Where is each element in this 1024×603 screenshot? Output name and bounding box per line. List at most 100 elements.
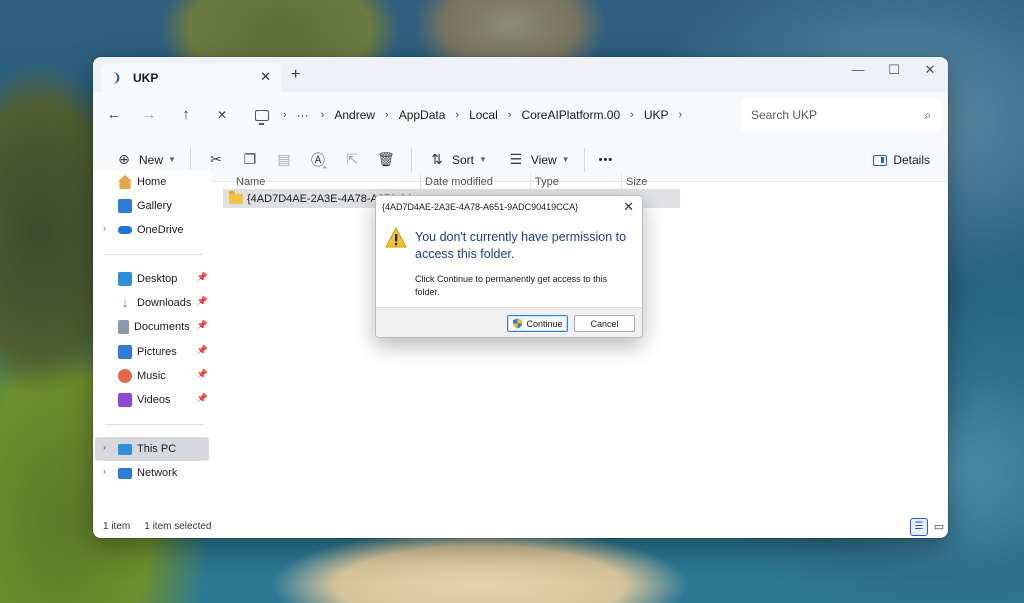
up-button[interactable]: ↑ bbox=[174, 103, 198, 127]
divider bbox=[105, 254, 203, 255]
pin-icon[interactable]: 📌 bbox=[197, 345, 208, 356]
clipboard-icon: ▤ bbox=[277, 151, 291, 167]
warning-icon bbox=[385, 227, 407, 248]
cloud-icon bbox=[118, 226, 132, 234]
sidebar-item-onedrive[interactable]: › OneDrive bbox=[93, 218, 211, 242]
view-lines-icon: ☰ bbox=[509, 151, 523, 167]
item-count: 1 item bbox=[103, 520, 131, 532]
sidebar-item-label: OneDrive bbox=[137, 224, 184, 236]
sidebar-item-network[interactable]: › Network bbox=[93, 461, 211, 485]
share-icon: ⇱ bbox=[346, 151, 358, 167]
sort-label: Sort bbox=[451, 152, 474, 167]
sidebar-item-home[interactable]: Home bbox=[93, 170, 211, 194]
download-icon: ↓ bbox=[121, 295, 129, 310]
tab-ukp[interactable]: ❩ UKP ✕ bbox=[101, 63, 281, 92]
maximize-button[interactable]: ☐ bbox=[879, 60, 909, 82]
music-icon bbox=[118, 369, 132, 383]
continue-button[interactable]: Continue bbox=[507, 315, 568, 332]
sidebar-item-desktop[interactable]: Desktop 📌 bbox=[93, 267, 211, 291]
home-icon bbox=[118, 175, 132, 189]
details-label: Details bbox=[893, 153, 930, 167]
sidebar-item-music[interactable]: Music 📌 bbox=[93, 364, 211, 388]
divider bbox=[105, 424, 203, 425]
pin-icon[interactable]: 📌 bbox=[197, 393, 208, 404]
selection-count: 1 item selected bbox=[144, 520, 212, 532]
dialog-title: {4AD7D4AE-2A3E-4A78-A651-9ADC90419CCA} bbox=[382, 202, 579, 212]
pin-icon[interactable]: 📌 bbox=[197, 320, 208, 331]
navigation-pane: Home Gallery › OneDrive Desktop 📌 ↓ Down… bbox=[93, 170, 211, 538]
address-bar: ← → ↑ ✕ › ··· › Andrew › AppData › Local… bbox=[93, 92, 948, 138]
sidebar-item-downloads[interactable]: ↓ Downloads 📌 bbox=[93, 291, 211, 315]
desktop-icon bbox=[118, 272, 132, 286]
breadcrumb-separator: › bbox=[678, 109, 683, 121]
view-label: View bbox=[530, 152, 557, 167]
continue-label: Continue bbox=[526, 318, 563, 329]
sidebar-item-label: Gallery bbox=[137, 200, 172, 212]
breadcrumb[interactable]: › ··· › Andrew › AppData › Local › CoreA… bbox=[246, 99, 732, 131]
sidebar-item-documents[interactable]: Documents 📌 bbox=[93, 315, 211, 339]
breadcrumb-appdata[interactable]: AppData bbox=[399, 108, 446, 122]
sidebar-item-this-pc[interactable]: › This PC bbox=[95, 437, 209, 461]
pin-icon[interactable]: 📌 bbox=[197, 369, 208, 380]
dialog-close-button[interactable]: ✕ bbox=[623, 199, 634, 215]
sidebar-item-pictures[interactable]: Pictures 📌 bbox=[93, 340, 211, 364]
new-tab-button[interactable]: + bbox=[291, 66, 300, 84]
trash-icon: 🗑 bbox=[377, 151, 395, 167]
sidebar-item-gallery[interactable]: Gallery bbox=[93, 194, 211, 218]
new-label: New bbox=[139, 152, 164, 167]
chevron-right-icon[interactable]: › bbox=[103, 442, 106, 452]
tab-title: UKP bbox=[133, 70, 159, 85]
more-icon: ••• bbox=[598, 153, 614, 166]
breadcrumb-separator: › bbox=[507, 109, 512, 121]
sidebar-item-label: Videos bbox=[137, 394, 171, 406]
breadcrumb-local[interactable]: Local bbox=[469, 108, 498, 122]
title-bar: ❩ UKP ✕ + — ☐ ✕ bbox=[93, 57, 948, 92]
close-tab-icon[interactable]: ✕ bbox=[260, 69, 271, 85]
cancel-button[interactable]: Cancel bbox=[574, 315, 635, 332]
document-icon bbox=[118, 320, 129, 334]
back-button[interactable]: ← bbox=[102, 103, 126, 127]
sort-icon: ⇅ bbox=[431, 151, 443, 167]
status-bar: 1 item 1 item selected ☰ ▭ bbox=[93, 514, 948, 538]
sidebar-item-label: Music bbox=[137, 370, 166, 382]
close-window-button[interactable]: ✕ bbox=[915, 60, 945, 82]
folder-icon bbox=[229, 190, 243, 204]
sort-ascending-icon: ⌃ bbox=[321, 165, 329, 175]
breadcrumb-overflow[interactable]: ··· bbox=[297, 108, 309, 122]
minimize-button[interactable]: — bbox=[843, 60, 873, 82]
forward-button[interactable]: → bbox=[137, 103, 161, 127]
breadcrumb-separator: › bbox=[630, 109, 634, 121]
dialog-heading: You don't currently have permission to a… bbox=[415, 230, 627, 261]
details-view-icon[interactable]: ☰ bbox=[910, 518, 928, 536]
computer-icon bbox=[118, 443, 132, 455]
tiles-view-icon[interactable]: ▭ bbox=[932, 520, 946, 534]
chevron-right-icon[interactable]: › bbox=[103, 223, 106, 233]
search-placeholder: Search UKP bbox=[751, 108, 818, 122]
refresh-button[interactable]: ✕ bbox=[210, 103, 234, 127]
search-input[interactable]: Search UKP ⌕ bbox=[741, 99, 941, 131]
breadcrumb-ukp[interactable]: UKP bbox=[644, 108, 669, 122]
divider bbox=[583, 147, 585, 172]
copy-icon: ❐ bbox=[243, 151, 257, 167]
pin-icon[interactable]: 📌 bbox=[197, 272, 208, 283]
breadcrumb-separator: › bbox=[385, 109, 389, 121]
sidebar-item-label: Documents bbox=[134, 321, 190, 333]
breadcrumb-andrew[interactable]: Andrew bbox=[334, 108, 375, 122]
loading-icon: ❩ bbox=[111, 69, 122, 85]
sidebar-item-videos[interactable]: Videos 📌 bbox=[93, 388, 211, 412]
chevron-right-icon[interactable]: › bbox=[103, 466, 106, 476]
dialog-message: Click Continue to permanently get access… bbox=[415, 274, 608, 297]
gallery-icon bbox=[118, 199, 132, 213]
breadcrumb-separator: › bbox=[455, 109, 460, 121]
breadcrumb-coreaiplatform[interactable]: CoreAIPlatform.00 bbox=[521, 108, 620, 122]
breadcrumb-separator: › bbox=[320, 109, 325, 121]
pin-icon[interactable]: 📌 bbox=[197, 296, 208, 307]
cancel-label: Cancel bbox=[590, 318, 619, 329]
sidebar-item-label: Pictures bbox=[137, 346, 177, 358]
dialog-footer: Continue Cancel bbox=[376, 307, 642, 337]
divider bbox=[410, 147, 412, 172]
this-pc-icon[interactable] bbox=[255, 109, 269, 125]
chevron-down-icon: ▼ bbox=[478, 155, 487, 164]
sidebar-item-label: Downloads bbox=[137, 297, 192, 309]
details-pane-icon bbox=[873, 154, 888, 166]
